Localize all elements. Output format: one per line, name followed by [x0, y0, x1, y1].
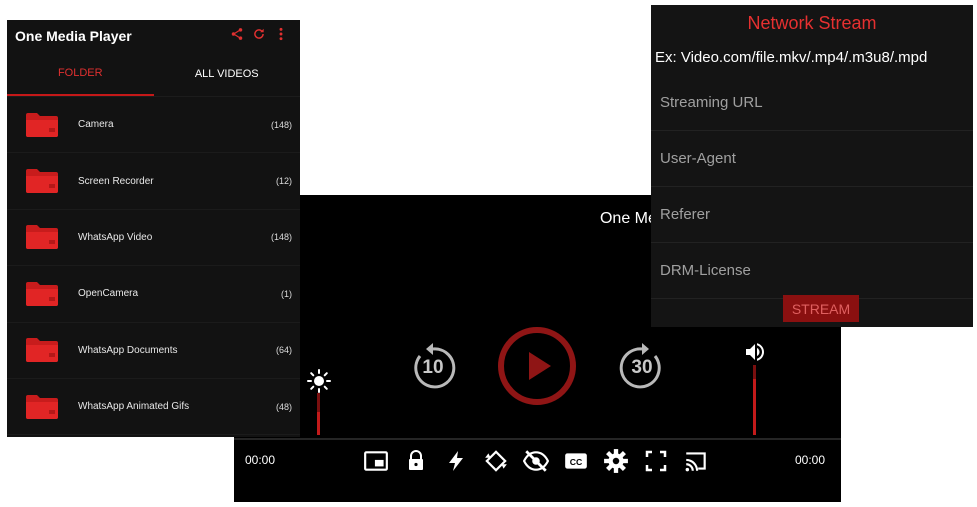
folder-name: OpenCamera — [78, 288, 139, 300]
folder-row[interactable]: Screen Recorder (12) — [7, 153, 300, 210]
folder-row[interactable]: OpenCamera (1) — [7, 266, 300, 323]
flash-button[interactable] — [442, 447, 470, 475]
folder-list-screen: One Media Player FOLDER ALL VIDEOS Camer… — [7, 20, 300, 437]
tab-all-videos[interactable]: ALL VIDEOS — [154, 52, 301, 96]
volume-slider[interactable] — [753, 365, 756, 435]
network-stream-dialog: Network Stream Ex: Video.com/file.mkv/.m… — [651, 5, 973, 327]
svg-text:CC: CC — [570, 457, 583, 467]
tab-folder[interactable]: FOLDER — [7, 52, 154, 96]
brightness-slider[interactable] — [317, 393, 320, 435]
folder-row[interactable]: WhatsApp Video (148) — [7, 210, 300, 267]
folder-video-count: (148) — [270, 232, 292, 243]
folder-icon — [26, 169, 58, 194]
play-button[interactable] — [496, 325, 578, 407]
share-button[interactable] — [226, 27, 248, 46]
volume-icon — [746, 343, 764, 361]
user-agent-input[interactable] — [658, 149, 962, 168]
brightness-slider-fill — [317, 411, 320, 435]
folder-icon — [26, 112, 58, 137]
folder-list: Camera (148) Screen Recorder (12) WhatsA… — [7, 97, 300, 436]
hide-button[interactable] — [522, 447, 550, 475]
streaming-url-input[interactable] — [658, 93, 962, 112]
pip-button[interactable] — [362, 447, 390, 475]
brightness-icon — [307, 369, 331, 393]
settings-icon — [604, 449, 628, 473]
tab-bar: FOLDER ALL VIDEOS — [7, 52, 300, 97]
forward-button[interactable]: 30 — [616, 342, 668, 394]
rotate-icon — [485, 450, 507, 472]
player-toolbar: CC — [362, 447, 710, 475]
settings-button[interactable] — [602, 447, 630, 475]
refresh-icon — [254, 28, 264, 39]
rewind-button[interactable]: 10 — [407, 342, 459, 394]
current-time: 00:00 — [245, 453, 276, 467]
rewind-seconds: 10 — [422, 357, 444, 378]
eye-off-icon — [523, 450, 549, 472]
share-icon — [231, 27, 243, 40]
folder-icon — [26, 338, 58, 363]
drm-license-input[interactable] — [658, 261, 962, 280]
stream-example-hint: Ex: Video.com/file.mkv/.mp4/.m3u8/.mpd — [655, 49, 928, 66]
app-bar: One Media Player — [7, 20, 300, 52]
folder-icon — [26, 394, 58, 419]
referer-input[interactable] — [658, 205, 962, 224]
stream-button[interactable]: STREAM — [783, 295, 859, 322]
folder-icon — [26, 225, 58, 250]
folder-name: WhatsApp Video — [78, 231, 153, 243]
folder-row[interactable]: WhatsApp Animated Gifs (48) — [7, 379, 300, 436]
folder-video-count: (148) — [270, 119, 292, 130]
cast-button[interactable] — [682, 447, 710, 475]
folder-video-count: (1) — [281, 288, 292, 299]
drm-license-row — [651, 243, 973, 299]
flash-icon — [449, 451, 463, 471]
cc-icon: CC — [565, 453, 587, 469]
referer-row — [651, 187, 973, 243]
folder-row[interactable]: Camera (148) — [7, 97, 300, 154]
lock-button[interactable] — [402, 447, 430, 475]
user-agent-row — [651, 131, 973, 187]
dialog-title: Network Stream — [747, 13, 877, 33]
subtitles-button[interactable]: CC — [562, 447, 590, 475]
lock-icon — [409, 450, 423, 470]
seek-bar[interactable] — [234, 438, 841, 440]
volume-slider-fill — [753, 379, 756, 435]
folder-name: WhatsApp Animated Gifs — [78, 401, 190, 413]
refresh-button[interactable] — [248, 27, 270, 46]
more-vert-icon — [279, 27, 283, 40]
folder-row[interactable]: WhatsApp Documents (64) — [7, 323, 300, 379]
play-icon — [498, 327, 576, 405]
rotate-button[interactable] — [482, 447, 510, 475]
forward-seconds: 30 — [631, 357, 653, 378]
fullscreen-button[interactable] — [642, 447, 670, 475]
more-button[interactable] — [270, 27, 292, 46]
folder-video-count: (48) — [275, 401, 292, 412]
folder-name: Screen Recorder — [78, 175, 154, 187]
streaming-url-row — [651, 75, 973, 131]
folder-name: WhatsApp Documents — [78, 344, 178, 356]
folder-name: Camera — [78, 119, 114, 131]
folder-video-count: (12) — [275, 176, 292, 187]
folder-video-count: (64) — [275, 345, 292, 356]
folder-icon — [26, 281, 58, 306]
app-title: One Media Player — [15, 28, 132, 44]
cast-icon — [685, 452, 706, 472]
pip-icon — [364, 451, 388, 471]
total-time: 00:00 — [795, 453, 826, 467]
fullscreen-icon — [645, 450, 667, 472]
